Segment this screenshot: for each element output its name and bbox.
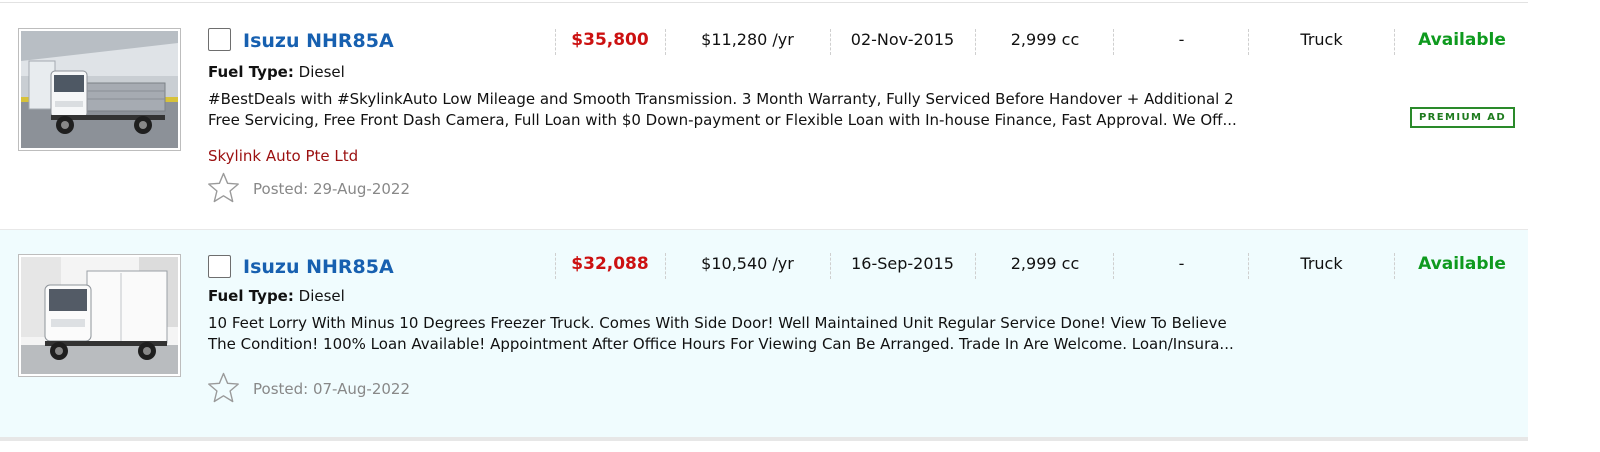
description-line: 10 Feet Lorry With Minus 10 Degrees Free… bbox=[208, 314, 1227, 332]
listing-engine: 2,999 cc bbox=[1010, 30, 1080, 49]
column-divider bbox=[1248, 253, 1249, 279]
truck-photo-icon bbox=[21, 31, 178, 148]
listing-row[interactable]: Isuzu NHR85A $32,088 $10,540 /yr 16-Sep-… bbox=[0, 230, 1528, 437]
column-divider bbox=[830, 29, 831, 55]
star-icon[interactable] bbox=[207, 172, 240, 204]
column-divider bbox=[1248, 29, 1249, 55]
description-line: Free Servicing, Free Front Dash Camera, … bbox=[208, 111, 1237, 129]
column-divider bbox=[665, 253, 666, 279]
fuel-type-label: Fuel Type: bbox=[208, 63, 294, 81]
star-icon[interactable] bbox=[207, 372, 240, 404]
fuel-type-value: Diesel bbox=[298, 287, 345, 305]
column-divider bbox=[1113, 29, 1114, 55]
column-divider bbox=[1394, 253, 1395, 279]
fuel-type-label: Fuel Type: bbox=[208, 287, 294, 305]
dealer-link[interactable]: Skylink Auto Pte Ltd bbox=[208, 147, 358, 165]
compare-checkbox[interactable] bbox=[208, 28, 231, 51]
listing-price: $35,800 bbox=[571, 30, 649, 50]
fuel-type: Fuel Type: Diesel bbox=[208, 63, 345, 81]
listing-row[interactable]: Isuzu NHR85A $35,800 $11,280 /yr 02-Nov-… bbox=[0, 3, 1528, 230]
listing-title[interactable]: Isuzu NHR85A bbox=[243, 256, 394, 278]
listing-title[interactable]: Isuzu NHR85A bbox=[243, 30, 394, 52]
listing-vehicle-type: Truck bbox=[1300, 30, 1343, 49]
column-divider bbox=[555, 253, 556, 279]
column-divider bbox=[830, 253, 831, 279]
fuel-type-value: Diesel bbox=[298, 63, 345, 81]
description-line: #BestDeals with #SkylinkAuto Low Mileage… bbox=[208, 90, 1234, 108]
column-divider bbox=[555, 29, 556, 55]
listing-reg-date: 16-Sep-2015 bbox=[851, 254, 954, 273]
listing-description: 10 Feet Lorry With Minus 10 Degrees Free… bbox=[208, 313, 1298, 355]
column-divider bbox=[975, 253, 976, 279]
listing-thumbnail[interactable] bbox=[18, 28, 181, 151]
fuel-type: Fuel Type: Diesel bbox=[208, 287, 345, 305]
freezer-truck-photo-icon bbox=[21, 257, 178, 374]
description-line: The Condition! 100% Loan Available! Appo… bbox=[208, 335, 1234, 353]
listing-depreciation: $11,280 /yr bbox=[701, 30, 794, 49]
column-divider bbox=[1394, 29, 1395, 55]
listing-vehicle-type: Truck bbox=[1300, 254, 1343, 273]
premium-ad-badge: PREMIUM AD bbox=[1410, 107, 1515, 128]
listing-description: #BestDeals with #SkylinkAuto Low Mileage… bbox=[208, 89, 1298, 131]
column-divider bbox=[975, 29, 976, 55]
listing-status: Available bbox=[1418, 30, 1506, 50]
bottom-divider bbox=[0, 437, 1528, 441]
listing-depreciation: $10,540 /yr bbox=[701, 254, 794, 273]
listing-mileage: - bbox=[1178, 254, 1185, 273]
posted-date: Posted: 07-Aug-2022 bbox=[253, 380, 411, 398]
listing-price: $32,088 bbox=[571, 254, 649, 274]
listing-reg-date: 02-Nov-2015 bbox=[850, 30, 955, 49]
posted-date: Posted: 29-Aug-2022 bbox=[253, 180, 411, 198]
column-divider bbox=[665, 29, 666, 55]
compare-checkbox[interactable] bbox=[208, 255, 231, 278]
listing-mileage: - bbox=[1178, 30, 1185, 49]
listing-thumbnail[interactable] bbox=[18, 254, 181, 377]
listing-engine: 2,999 cc bbox=[1010, 254, 1080, 273]
column-divider bbox=[1113, 253, 1114, 279]
listing-status: Available bbox=[1418, 254, 1506, 274]
